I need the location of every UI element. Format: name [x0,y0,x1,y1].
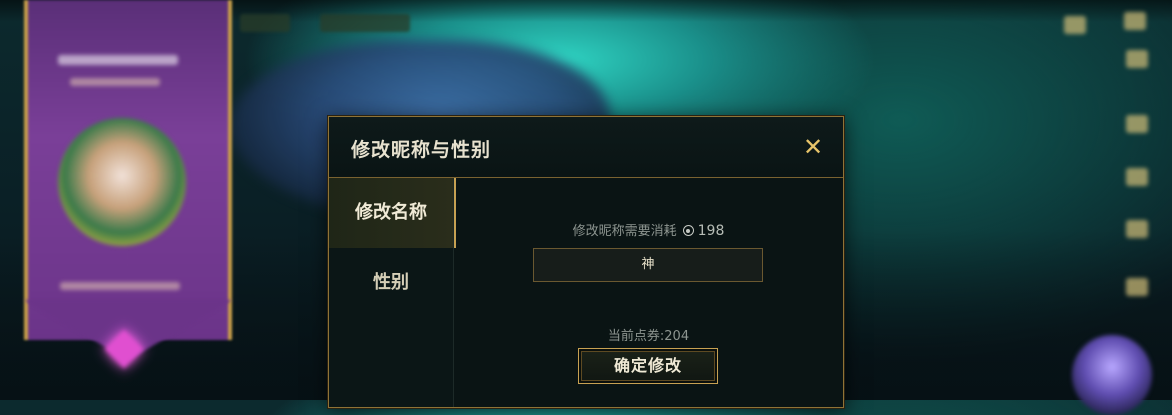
banner-footer-text [60,282,180,290]
top-bar-chip [240,14,290,32]
rank-emblem-icon [1072,335,1152,415]
current-balance: 当前点券:204 [607,329,690,344]
top-bar-chip [320,14,410,32]
tab-rename[interactable]: 修改名称 [329,178,456,248]
cost-value: 198 [697,223,725,239]
close-icon[interactable]: ✕ [799,133,827,161]
banner-subtext [70,78,160,86]
tasks-icon [1126,278,1148,296]
rename-cost: 修改昵称需要消耗 198 [454,220,843,239]
coin-icon [682,225,694,236]
nickname-input[interactable]: 神 [533,248,763,282]
banner-player-name [58,55,178,65]
mail-icon [1064,16,1086,34]
dialog-title: 修改昵称与性别 [351,139,492,161]
chest-icon [1126,168,1148,186]
shop-icon [1126,115,1148,133]
star-icon [1126,50,1148,68]
rename-dialog: 修改昵称与性别 ✕ 修改名称 性别 修改昵称需要消耗 198 神 当前点券:204… [328,116,844,408]
rename-panel: 修改昵称需要消耗 198 神 当前点券:204 确定修改 [454,178,843,407]
dialog-header: 修改昵称与性别 ✕ [329,117,843,178]
avatar [58,118,186,246]
tab-gender[interactable]: 性别 [329,248,453,318]
dialog-tabs: 修改名称 性别 [329,178,456,407]
settings-icon [1124,12,1146,30]
confirm-button[interactable]: 确定修改 [578,348,718,384]
cost-label: 修改昵称需要消耗 [572,224,677,239]
friends-icon [1126,220,1148,238]
